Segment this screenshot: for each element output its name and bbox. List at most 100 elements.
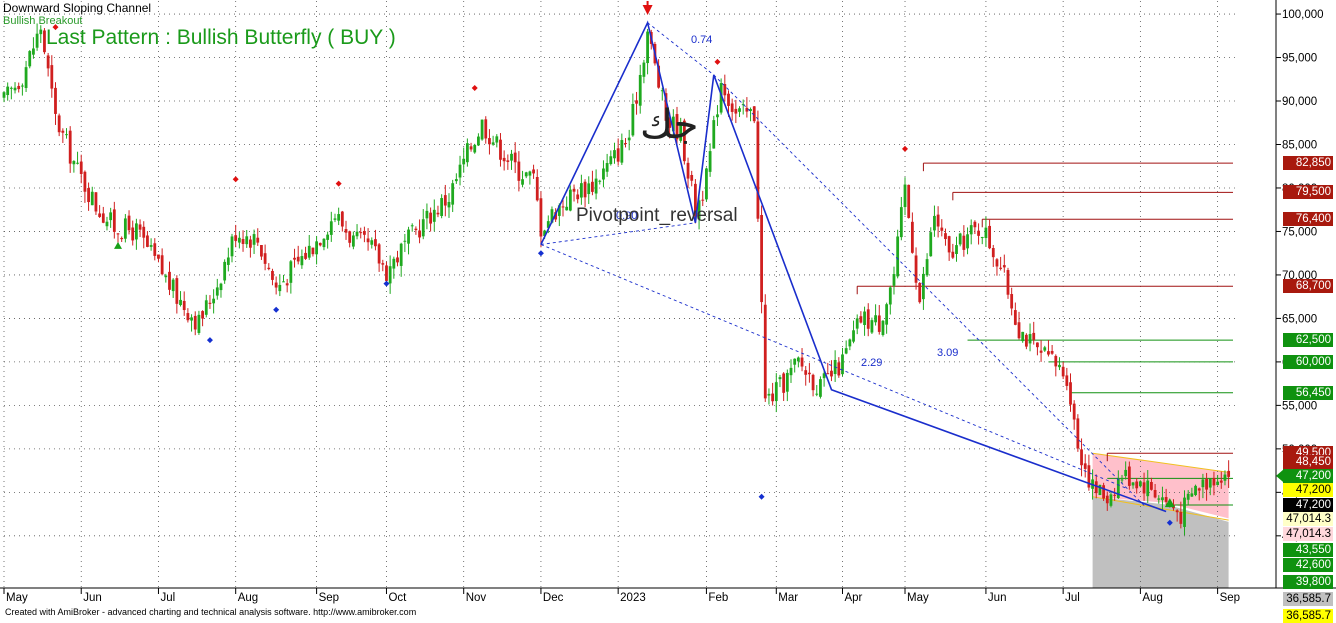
x-tick-label: Aug [1142, 592, 1162, 604]
candle-body [988, 225, 991, 249]
candle-body [1083, 463, 1087, 469]
candle-body [1208, 478, 1212, 488]
support-resistance-levels [856, 162, 1233, 506]
candle-body [517, 161, 521, 181]
candle-body [9, 87, 13, 89]
candle-body [123, 218, 127, 239]
candle-body [436, 212, 440, 215]
candle-body [469, 146, 473, 150]
y-tick-label: 95,000 [1282, 53, 1317, 65]
candle-body [1024, 334, 1028, 347]
candle-body [844, 348, 848, 354]
candle-body [852, 330, 855, 342]
candle-body [815, 393, 819, 395]
candle-body [966, 234, 969, 249]
candle-body [94, 192, 98, 212]
candle-body [127, 215, 131, 231]
candle-body [1124, 469, 1128, 477]
candle-body [866, 309, 870, 329]
candle-body [701, 199, 705, 201]
y-tick-label: 75,000 [1282, 226, 1317, 238]
candle-body [572, 188, 576, 192]
candle-body [76, 162, 79, 164]
candle-body [480, 119, 484, 140]
candle-body [168, 271, 171, 290]
candle-body [616, 148, 620, 162]
candle-body [951, 251, 955, 258]
candle-body [35, 33, 39, 48]
candle-body [903, 184, 907, 208]
candle-body [388, 266, 392, 284]
candle-body [237, 237, 241, 243]
candle-body [256, 237, 260, 243]
candle-body [1002, 265, 1006, 268]
candle-body [208, 302, 212, 304]
candle-body [61, 130, 65, 133]
swing-high-marker [232, 176, 239, 183]
candle-body [425, 210, 429, 219]
candle-body [789, 367, 793, 376]
candle-body [13, 87, 17, 91]
swing-markers [52, 1, 1175, 526]
candle-body [576, 194, 580, 200]
candle-body [627, 137, 631, 141]
candle-body [848, 339, 852, 347]
x-tick-label: May [907, 592, 929, 604]
candle-body [171, 279, 175, 292]
candle-body [1080, 449, 1083, 466]
candle-body [6, 86, 10, 96]
price-badge: 60,000 [1283, 354, 1333, 369]
candle-body [1190, 493, 1194, 497]
candle-body [304, 252, 307, 259]
candle-body [329, 221, 333, 235]
candle-body [385, 265, 388, 281]
ratio-label-3: 3.09 [937, 347, 958, 359]
candle-body [620, 140, 624, 163]
candle-body [454, 179, 458, 182]
candle-body [160, 255, 164, 275]
x-tick-label: Aug [238, 592, 258, 604]
candle-body [752, 106, 756, 122]
price-badge: 47,014.3 [1283, 527, 1333, 542]
candle-body [598, 180, 602, 182]
swing-low-marker [758, 493, 765, 500]
price-badge: 42,600 [1283, 558, 1333, 573]
candle-body [984, 227, 988, 239]
price-badge: 47,014.3 [1283, 512, 1333, 527]
candle-body [83, 171, 87, 192]
candle-body [57, 115, 61, 133]
candle-body [175, 278, 179, 304]
candle-body [17, 85, 21, 90]
candle-body [756, 121, 760, 219]
candle-body [539, 198, 543, 237]
candle-body [1135, 481, 1139, 489]
candle-body [337, 214, 341, 221]
chart-title: Downward Sloping Channel [3, 1, 152, 15]
swing-low-marker [537, 250, 544, 257]
candle-body [465, 143, 469, 163]
candle-body [727, 93, 730, 106]
y-tick-label: 85,000 [1282, 139, 1317, 151]
candle-body [594, 178, 598, 194]
candle-body [521, 179, 524, 185]
candle-body [602, 168, 605, 180]
candle-body [245, 236, 249, 245]
candle-body [443, 195, 447, 206]
candle-body [318, 242, 322, 246]
candle-body [491, 142, 495, 145]
candle-body [885, 304, 889, 325]
candle-body [193, 315, 197, 330]
candle-body [613, 150, 616, 159]
candle-body [513, 152, 517, 163]
candle-body [579, 183, 583, 198]
grid-lines [3, 1, 1236, 588]
candle-body [763, 304, 767, 399]
candle-body [734, 108, 738, 114]
candle-body [793, 358, 797, 365]
candle-body [1164, 497, 1168, 502]
candle-body [991, 248, 995, 258]
candle-body [112, 209, 116, 232]
candle-body [1050, 350, 1054, 354]
swing-low-marker [273, 306, 280, 313]
candle-body [252, 234, 256, 245]
